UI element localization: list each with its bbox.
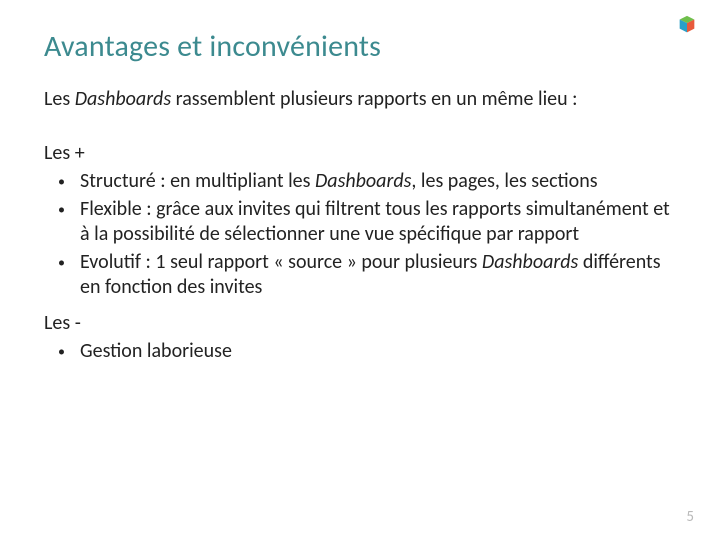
cons-item: Gestion laborieuse (44, 339, 676, 365)
cube-logo (676, 14, 698, 36)
cons-list: Gestion laborieuse (44, 339, 676, 365)
lead-pre: Les (44, 87, 75, 111)
page-number: 5 (686, 508, 694, 526)
slide-title: Avantages et inconvénients (44, 28, 676, 65)
lead-post: rassemblent plusieurs rapports en un mêm… (171, 87, 577, 111)
cons-label: Les - (44, 311, 676, 335)
slide: Avantages et inconvénients Les Dashboard… (0, 0, 720, 540)
lead-em: Dashboards (75, 87, 171, 111)
pros-item: Structuré : en multipliant les Dashboard… (44, 169, 676, 195)
lead-text: Les Dashboards rassemblent plusieurs rap… (44, 87, 676, 111)
pros-item: Evolutif : 1 seul rapport « source » pou… (44, 250, 676, 301)
pros-item: Flexible : grâce aux invites qui filtren… (44, 197, 676, 248)
pros-label: Les + (44, 141, 676, 165)
pros-list: Structuré : en multipliant les Dashboard… (44, 169, 676, 301)
